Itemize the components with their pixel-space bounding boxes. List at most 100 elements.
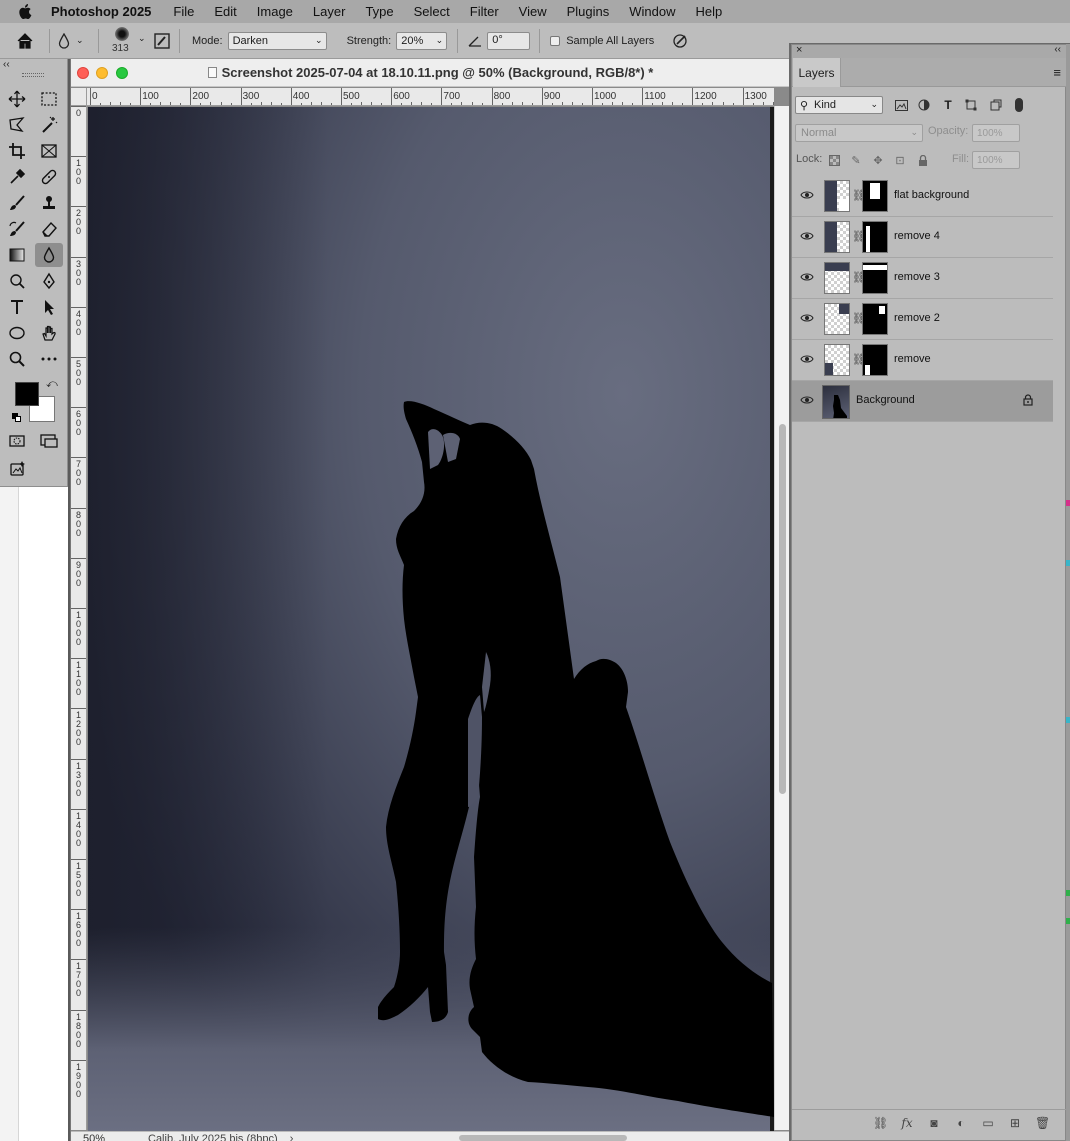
magic-wand-tool[interactable] [35, 113, 63, 137]
lock-image-icon[interactable]: ✎ [849, 153, 863, 167]
lock-artboard-icon[interactable]: ⊡ [893, 153, 907, 167]
healing-brush-tool[interactable] [35, 165, 63, 189]
visibility-eye-icon[interactable] [800, 231, 814, 241]
zoom-level[interactable]: 50% [83, 1133, 105, 1141]
horizontal-ruler[interactable]: 0 100 200 300 400 500 600 700 800 900 1000 1100 1200… [87, 88, 774, 106]
swap-colors-icon[interactable]: ⤺ [46, 378, 58, 391]
visibility-eye-icon[interactable] [800, 395, 814, 405]
blend-mode-select[interactable]: Normal ⌄ [795, 124, 923, 142]
menu-filter[interactable]: Filter [470, 4, 499, 19]
brush-tool[interactable] [3, 191, 31, 215]
layer-thumbnail[interactable] [824, 221, 850, 253]
layer-row[interactable]: ⛓ remove [792, 340, 1053, 381]
layer-row[interactable]: Background [792, 381, 1053, 422]
default-colors-icon[interactable] [12, 413, 22, 423]
dodge-tool[interactable] [3, 269, 31, 293]
tab-layers[interactable]: Layers [793, 58, 841, 87]
crop-tool[interactable] [3, 139, 31, 163]
adjustment-layer-icon[interactable]: ◐ [954, 1116, 968, 1130]
filter-toggle-icon[interactable] [1011, 97, 1027, 113]
menu-window[interactable]: Window [629, 4, 675, 19]
filter-type-icon[interactable]: T [940, 97, 956, 113]
add-mask-icon[interactable]: ◙ [927, 1116, 941, 1130]
lock-transparent-icon[interactable] [827, 153, 841, 167]
eyedropper-tool[interactable] [3, 165, 31, 189]
layer-row[interactable]: ⛓ remove 3 [792, 258, 1053, 299]
visibility-eye-icon[interactable] [800, 190, 814, 200]
menu-file[interactable]: File [173, 4, 194, 19]
vertical-scrollbar[interactable] [774, 106, 790, 1130]
lasso-tool[interactable] [3, 113, 31, 137]
gradient-tool[interactable] [3, 243, 31, 267]
more-tools-button[interactable] [35, 347, 63, 371]
quick-mask-button[interactable] [3, 429, 31, 453]
lock-icon[interactable] [1023, 394, 1033, 406]
visibility-eye-icon[interactable] [800, 272, 814, 282]
menu-select[interactable]: Select [414, 4, 450, 19]
layer-mask-thumbnail[interactable] [862, 303, 888, 335]
eraser-tool[interactable] [35, 217, 63, 241]
layer-mask-thumbnail[interactable] [862, 180, 888, 212]
layer-name[interactable]: remove 3 [894, 271, 940, 283]
path-selection-tool[interactable] [35, 295, 63, 319]
hand-tool[interactable] [35, 321, 63, 345]
layer-row[interactable]: ⛓ remove 4 [792, 217, 1053, 258]
layer-mask-thumbnail[interactable] [862, 221, 888, 253]
layer-thumbnail[interactable] [824, 180, 850, 212]
scroll-thumb[interactable] [779, 424, 786, 794]
filter-shape-icon[interactable] [963, 97, 979, 113]
screen-mode-button[interactable] [35, 429, 63, 453]
layer-name[interactable]: remove 4 [894, 230, 940, 242]
minimize-window-button[interactable] [96, 67, 108, 79]
link-layers-icon[interactable]: ⛓ [873, 1116, 888, 1130]
visibility-eye-icon[interactable] [800, 313, 814, 323]
layer-thumbnail[interactable] [822, 385, 850, 419]
fill-input[interactable]: 100% [972, 151, 1020, 169]
trash-icon[interactable]: 🗑 [1035, 1116, 1050, 1130]
horizontal-scroll-thumb[interactable] [459, 1135, 627, 1141]
layer-row[interactable]: ⛓ flat background [792, 176, 1053, 217]
home-button[interactable] [7, 23, 43, 59]
layer-name[interactable]: flat background [894, 189, 969, 201]
layer-thumbnail[interactable] [824, 262, 850, 294]
lock-position-icon[interactable]: ✥ [871, 153, 885, 167]
close-icon[interactable]: × [796, 44, 802, 56]
blur-tool[interactable] [35, 243, 63, 267]
move-tool[interactable] [3, 87, 31, 111]
pen-tool[interactable] [35, 269, 63, 293]
sample-all-layers-checkbox[interactable] [550, 35, 561, 46]
vertical-ruler[interactable]: 0 1 0 0 2 0 0 3 0 0 4 0 0 5 0 0 6 0 0 7 0 0 8 0 … [71, 106, 87, 1130]
filter-pixel-icon[interactable] [893, 97, 909, 113]
status-info[interactable]: Calib. July 2025 bis (8bpc) › [148, 1133, 293, 1141]
marquee-tool[interactable] [35, 87, 63, 111]
layer-name[interactable]: remove 2 [894, 312, 940, 324]
clone-stamp-tool[interactable] [35, 191, 63, 215]
mode-select[interactable]: Darken ⌄ [227, 31, 327, 50]
menu-app-name[interactable]: Photoshop 2025 [51, 4, 151, 19]
menu-view[interactable]: View [519, 4, 547, 19]
frame-tool[interactable] [35, 139, 63, 163]
layer-mask-thumbnail[interactable] [862, 262, 888, 294]
sample-all-layers-label[interactable]: Sample All Layers [566, 35, 654, 47]
fx-icon[interactable]: fx [900, 1116, 914, 1130]
angle-input[interactable]: 0° [487, 31, 531, 50]
layer-row[interactable]: ⛓ remove 2 [792, 299, 1053, 340]
menu-edit[interactable]: Edit [214, 4, 236, 19]
menu-layer[interactable]: Layer [313, 4, 346, 19]
menu-image[interactable]: Image [257, 4, 293, 19]
zoom-window-button[interactable] [116, 67, 128, 79]
pressure-button[interactable] [670, 31, 690, 51]
collapse-panel-icon[interactable]: ‹‹ [1054, 44, 1061, 55]
strength-field[interactable]: 20% ⌄ [396, 31, 448, 50]
panel-menu-icon[interactable]: ≡ [1053, 65, 1061, 80]
panel-grip[interactable] [22, 73, 44, 77]
history-brush-tool[interactable] [3, 217, 31, 241]
ruler-origin[interactable] [71, 88, 87, 106]
document-title-bar[interactable]: Screenshot 2025-07-04 at 18.10.11.png @ … [71, 59, 790, 87]
type-tool[interactable] [3, 295, 31, 319]
brush-preset-picker[interactable]: 313 ⌄ [105, 23, 146, 59]
apple-logo-icon[interactable] [18, 4, 32, 19]
layer-name[interactable]: Background [856, 394, 915, 406]
generative-button[interactable] [3, 457, 31, 481]
menu-type[interactable]: Type [365, 4, 393, 19]
